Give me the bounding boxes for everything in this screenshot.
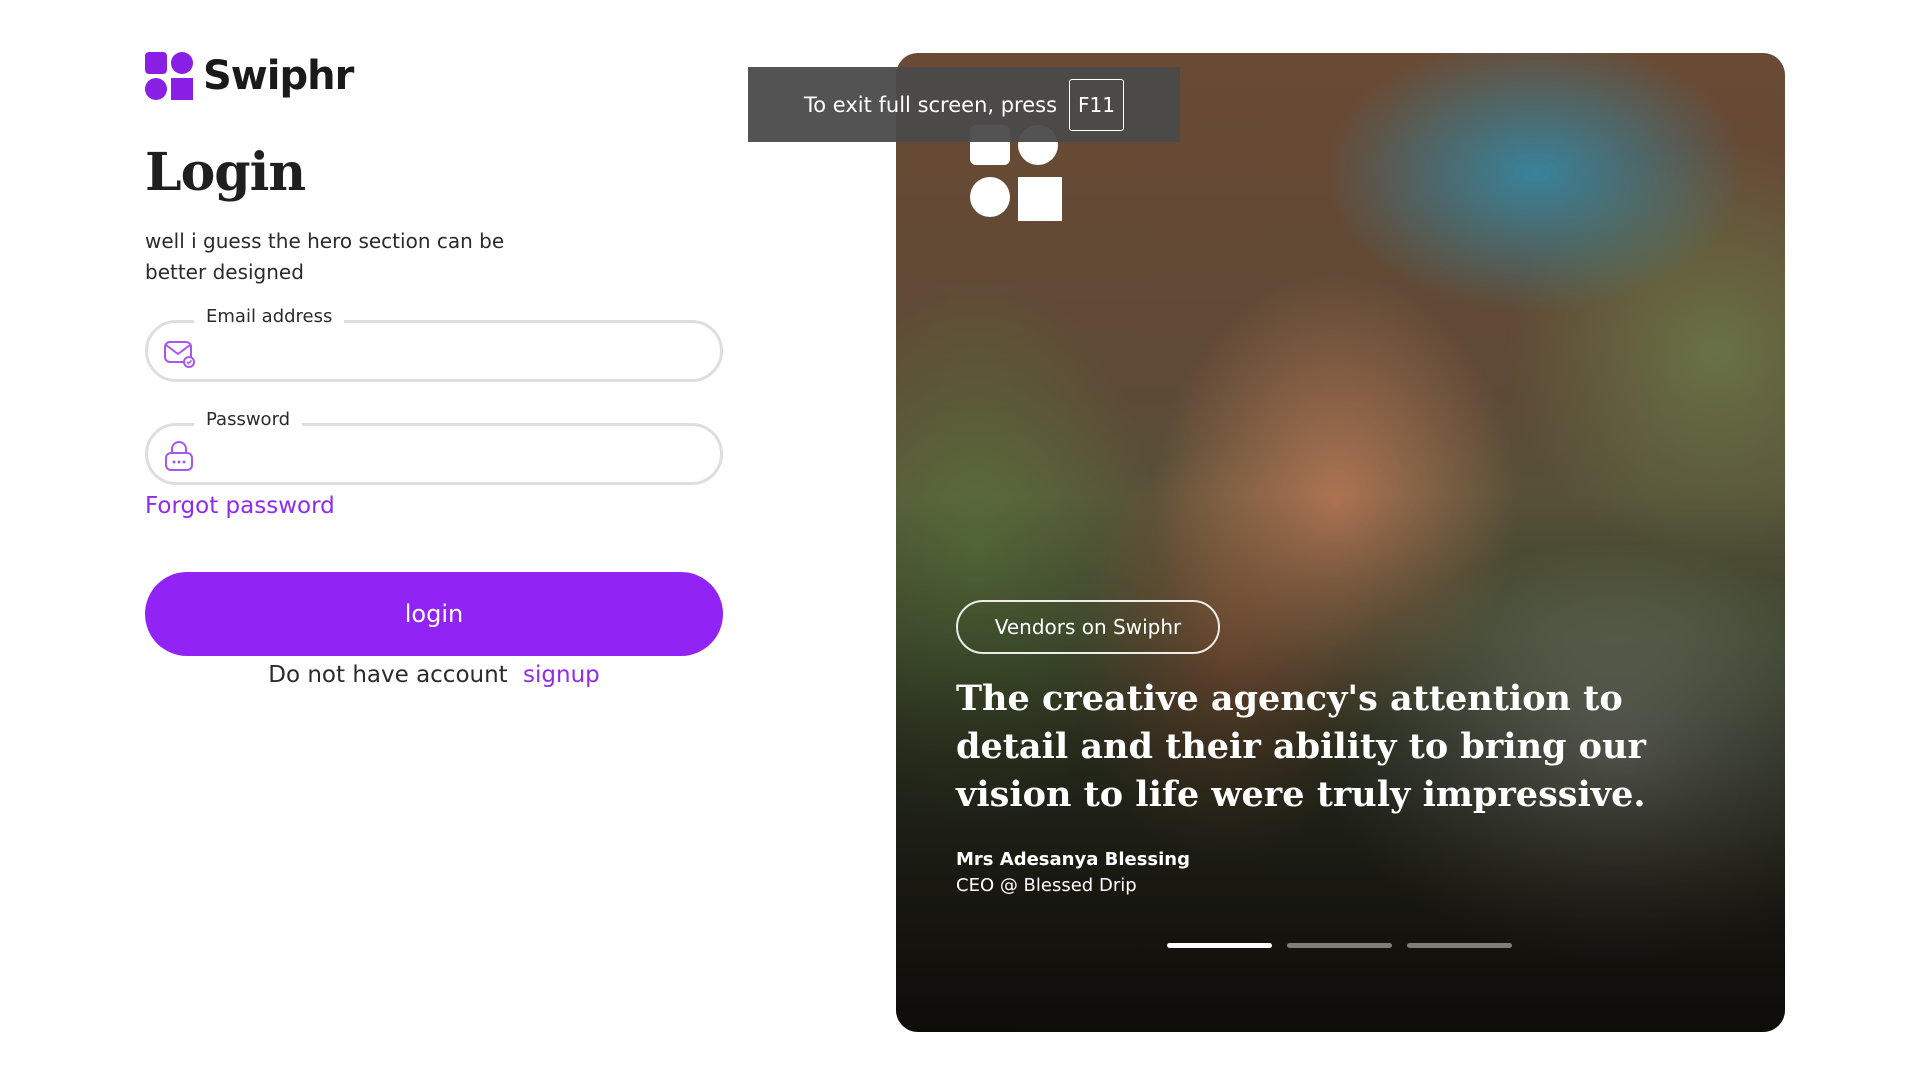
page-title: Login	[145, 142, 306, 203]
testimonial-author-name: Mrs Adesanya Blessing	[956, 849, 1191, 870]
password-field-label: Password	[194, 408, 303, 432]
email-field[interactable]: Email address	[145, 305, 723, 382]
email-field-label: Email address	[194, 305, 345, 329]
password-input[interactable]	[210, 434, 704, 478]
carousel-indicators	[1167, 943, 1512, 948]
vendors-badge: Vendors on Swiphr	[956, 600, 1220, 654]
signup-prompt: Do not have account signup	[145, 662, 723, 688]
mail-check-icon	[164, 341, 195, 368]
hero-testimonial-panel: Vendors on Swiphr The creative agency's …	[896, 53, 1785, 1032]
fullscreen-key-badge: F11	[1069, 78, 1124, 131]
brand-logo[interactable]: Swiphr	[145, 52, 354, 100]
swiphr-logo-icon	[145, 52, 193, 100]
carousel-dot-1[interactable]	[1167, 943, 1272, 948]
testimonial-quote: The creative agency's attention to detai…	[956, 678, 1646, 815]
email-input[interactable]	[210, 331, 704, 375]
signup-link[interactable]: signup	[523, 662, 600, 688]
login-page: Swiphr Login well i guess the hero secti…	[0, 0, 1920, 1080]
password-field[interactable]: Password	[145, 408, 723, 485]
no-account-text: Do not have account	[268, 662, 508, 688]
fullscreen-notice-text: To exit full screen, press	[804, 92, 1058, 117]
login-button[interactable]: login	[145, 572, 723, 656]
lock-icon	[165, 441, 193, 471]
brand-name: Swiphr	[203, 53, 354, 99]
carousel-dot-2[interactable]	[1287, 943, 1392, 948]
page-subtitle: well i guess the hero section can be bet…	[145, 229, 505, 284]
carousel-dot-3[interactable]	[1407, 943, 1512, 948]
testimonial-author-role: CEO @ Blessed Drip	[956, 875, 1137, 896]
fullscreen-exit-notice: To exit full screen, press F11	[748, 67, 1180, 142]
forgot-password-link[interactable]: Forgot password	[145, 493, 335, 519]
